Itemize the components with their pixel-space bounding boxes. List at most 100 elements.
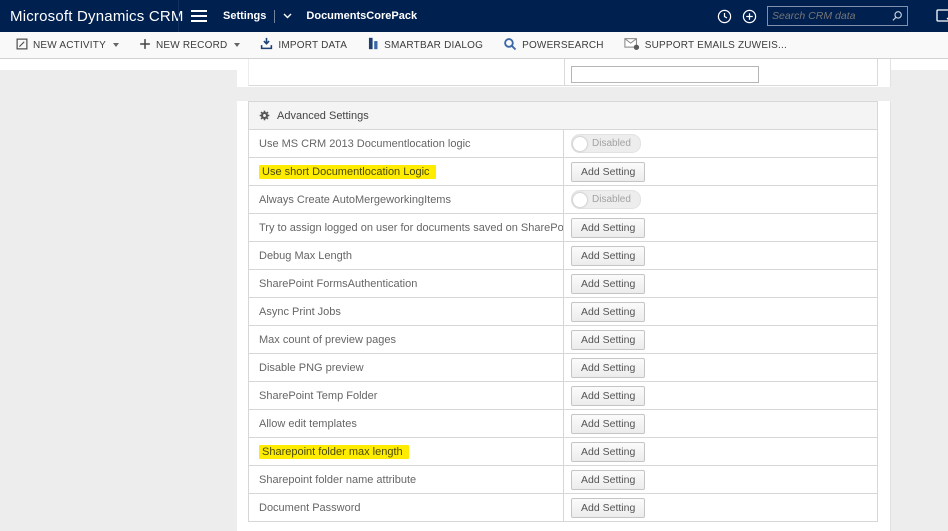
navbar-right-group (717, 0, 908, 32)
setting-label-cell: Debug Max Length (249, 242, 563, 269)
settings-row: Always Create AutoMergeworkingItems Disa… (249, 186, 877, 214)
global-search-box (767, 6, 908, 26)
dynamics-crm-window: Microsoft Dynamics CRM Settings Document… (0, 0, 948, 531)
breadcrumb-documentscorepack[interactable]: DocumentsCorePack (306, 10, 417, 22)
new-record-button[interactable]: NEW RECORD (129, 32, 250, 58)
help-panel-icon[interactable] (936, 9, 948, 28)
add-setting-button[interactable]: Add Setting (571, 217, 646, 238)
setting-label: Async Print Jobs (259, 305, 341, 318)
caret-down-icon (112, 43, 119, 47)
setting-label: SharePoint Temp Folder (259, 389, 378, 402)
setting-control-cell: Add Setting (563, 438, 877, 465)
command-bar: NEW ACTIVITY NEW RECORD IMPORT DATA SMAR… (0, 32, 948, 59)
add-setting-button[interactable]: Add Setting (571, 413, 646, 434)
setting-label-cell: Use short Documentlocation Logic (249, 158, 563, 185)
search-icon[interactable] (891, 10, 903, 22)
column-divider (564, 59, 565, 85)
partial-setting-input[interactable] (571, 66, 759, 83)
chevron-down-icon[interactable] (283, 13, 292, 19)
disabled-toggle[interactable]: Disabled (571, 134, 641, 153)
toggle-label: Disabled (592, 138, 631, 149)
setting-label-cell: Max count of preview pages (249, 326, 563, 353)
setting-label: Use short Documentlocation Logic (259, 164, 436, 179)
hamburger-menu-icon[interactable] (191, 10, 207, 22)
partial-setting-row (248, 59, 878, 86)
settings-row: Use short Documentlocation Logic Add Set… (249, 158, 877, 186)
setting-control-cell: Add Setting (563, 242, 877, 269)
add-setting-button[interactable]: Add Setting (571, 385, 646, 406)
settings-row: Try to assign logged on user for documen… (249, 214, 877, 242)
recent-items-clock-icon[interactable] (717, 9, 732, 24)
setting-control-cell: Add Setting (563, 298, 877, 325)
setting-label: Debug Max Length (259, 249, 352, 262)
setting-control-cell: Disabled (563, 130, 877, 157)
setting-label-cell: SharePoint FormsAuthentication (249, 270, 563, 297)
setting-label: Sharepoint folder name attribute (259, 473, 417, 486)
settings-row: Sharepoint folder max length Add Setting (249, 438, 877, 466)
setting-label: Sharepoint folder max length (259, 444, 409, 459)
setting-control-cell: Disabled (563, 186, 877, 213)
add-setting-button[interactable]: Add Setting (571, 357, 646, 378)
add-setting-button[interactable]: Add Setting (571, 301, 646, 322)
setting-label: Use MS CRM 2013 Documentlocation logic (259, 137, 471, 150)
settings-row: Max count of preview pages Add Setting (249, 326, 877, 354)
settings-row: Allow edit templates Add Setting (249, 410, 877, 438)
settings-row: SharePoint FormsAuthentication Add Setti… (249, 270, 877, 298)
setting-label: Allow edit templates (259, 417, 357, 430)
setting-label: Always Create AutoMergeworkingItems (259, 193, 451, 206)
setting-label-cell: Document Password (249, 494, 563, 521)
setting-label-cell: Allow edit templates (249, 410, 563, 437)
import-data-button[interactable]: IMPORT DATA (250, 32, 357, 58)
add-setting-button[interactable]: Add Setting (571, 161, 646, 182)
add-setting-button[interactable]: Add Setting (571, 245, 646, 266)
toggle-knob (573, 136, 587, 151)
add-setting-button[interactable]: Add Setting (571, 469, 646, 490)
support-emails-button[interactable]: SUPPORT EMAILS ZUWEIS... (614, 32, 797, 58)
settings-row: Use MS CRM 2013 Documentlocation logic D… (249, 130, 877, 158)
toggle-knob (573, 192, 587, 207)
new-activity-icon (16, 38, 28, 53)
nav-area-settings[interactable]: Settings (223, 10, 266, 22)
content-area: Advanced Settings Use MS CRM 2013 Docume… (0, 59, 948, 531)
settings-row: Document Password Add Setting (249, 494, 877, 522)
setting-label: Document Password (259, 501, 361, 514)
gear-icon (259, 110, 270, 121)
brand-logo: Microsoft Dynamics CRM (10, 7, 184, 25)
top-navbar: Microsoft Dynamics CRM Settings Document… (0, 0, 948, 32)
setting-label-cell: SharePoint Temp Folder (249, 382, 563, 409)
section-gap (237, 87, 891, 101)
add-setting-button[interactable]: Add Setting (571, 329, 646, 350)
setting-control-cell: Add Setting (563, 326, 877, 353)
setting-control-cell: Add Setting (563, 410, 877, 437)
quick-create-plus-icon[interactable] (742, 9, 757, 24)
navbar-divider (178, 0, 179, 32)
search-input[interactable] (768, 10, 891, 22)
setting-label: Try to assign logged on user for documen… (259, 221, 563, 234)
add-setting-button[interactable]: Add Setting (571, 441, 646, 462)
setting-control-cell: Add Setting (563, 466, 877, 493)
settings-row: SharePoint Temp Folder Add Setting (249, 382, 877, 410)
smartbar-dialog-icon (367, 37, 379, 53)
powersearch-icon (503, 37, 517, 54)
setting-control-cell: Add Setting (563, 382, 877, 409)
disabled-toggle[interactable]: Disabled (571, 190, 641, 209)
powersearch-button[interactable]: POWERSEARCH (493, 32, 614, 58)
advanced-settings-header: Advanced Settings (249, 102, 877, 130)
setting-label-cell: Use MS CRM 2013 Documentlocation logic (249, 130, 563, 157)
settings-row: Debug Max Length Add Setting (249, 242, 877, 270)
setting-label: Disable PNG preview (259, 361, 364, 374)
setting-label-cell: Sharepoint folder max length (249, 438, 563, 465)
setting-label-cell: Disable PNG preview (249, 354, 563, 381)
smartbar-dialog-button[interactable]: SMARTBAR DIALOG (357, 32, 493, 58)
section-title: Advanced Settings (277, 109, 369, 122)
settings-row: Disable PNG preview Add Setting (249, 354, 877, 382)
setting-control-cell: Add Setting (563, 270, 877, 297)
nav-pipe-divider (274, 9, 276, 23)
add-setting-button[interactable]: Add Setting (571, 273, 646, 294)
import-data-icon (260, 37, 273, 53)
settings-row: Async Print Jobs Add Setting (249, 298, 877, 326)
setting-control-cell: Add Setting (563, 354, 877, 381)
add-setting-button[interactable]: Add Setting (571, 497, 646, 518)
new-activity-button[interactable]: NEW ACTIVITY (6, 32, 129, 58)
toggle-label: Disabled (592, 194, 631, 205)
